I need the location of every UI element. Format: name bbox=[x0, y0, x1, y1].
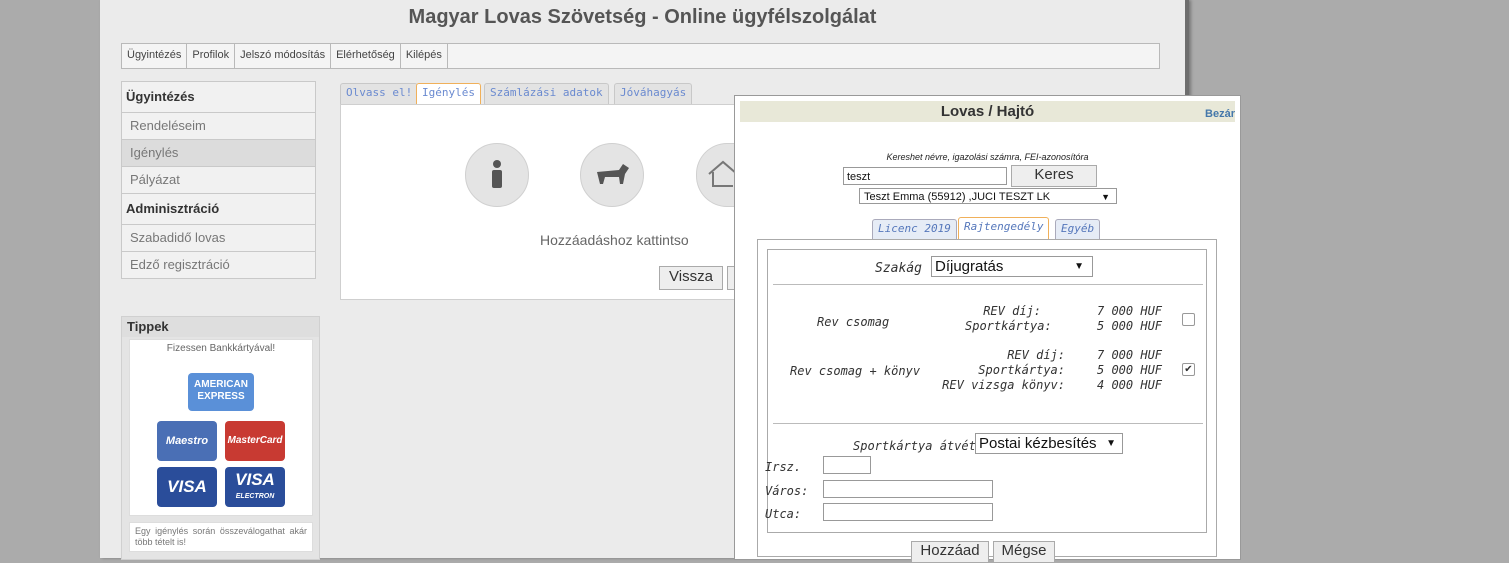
sidebar-section-adminisztracio: Adminisztráció bbox=[121, 194, 316, 225]
nav-jelszo[interactable]: Jelszó módosítás bbox=[235, 44, 332, 68]
sidebar-item-edzo[interactable]: Edző regisztráció bbox=[121, 252, 316, 279]
horse-icon bbox=[597, 164, 629, 184]
city-label: Város: bbox=[765, 484, 809, 498]
tips-title: Tippek bbox=[122, 317, 319, 337]
visa-logo: VISA bbox=[157, 467, 217, 507]
close-button[interactable]: Bezár bbox=[1205, 104, 1235, 125]
mastercard-logo: MasterCard bbox=[225, 421, 285, 461]
discipline-label: Szakág bbox=[875, 261, 922, 276]
delivery-select[interactable]: Postai kézbesítés ▼ bbox=[975, 433, 1123, 454]
page-title: Magyar Lovas Szövetség - Online ügyfélsz… bbox=[408, 6, 877, 28]
amex-logo: AMERICAN EXPRESS bbox=[188, 373, 254, 411]
result-select[interactable]: Teszt Emma (55912) ,JUCI TESZT LK ▼ bbox=[859, 188, 1117, 204]
search-hint: Kereshet névre, igazolási számra, FEI-az… bbox=[886, 152, 1089, 162]
tips-panel: Tippek Fizessen Bankkártyával! AMERICAN … bbox=[121, 316, 320, 560]
sidebar: Ügyintézés Rendeléseim Igénylés Pályázat… bbox=[121, 81, 316, 279]
result-select-value: Teszt Emma (55912) ,JUCI TESZT LK bbox=[864, 191, 1051, 203]
package-line-label: REV díj: Sportkártya: bbox=[965, 304, 1052, 333]
package-name: Rev csomag bbox=[817, 315, 890, 329]
add-button[interactable]: Hozzáad bbox=[911, 541, 989, 563]
tab-jovahagyas[interactable]: Jóváhagyás bbox=[614, 83, 693, 104]
dialog-title: Lovas / Hajtó bbox=[940, 103, 1035, 120]
stable-add-button[interactable] bbox=[696, 143, 738, 207]
dialog-header: Lovas / Hajtó Bezár bbox=[740, 101, 1235, 122]
nav-kilepes[interactable]: Kilépés bbox=[401, 44, 448, 68]
chevron-down-icon: ▼ bbox=[1074, 261, 1084, 272]
tab-licenc[interactable]: Licenc 2019 bbox=[872, 219, 957, 240]
nav-profilok[interactable]: Profilok bbox=[187, 44, 236, 68]
divider bbox=[773, 423, 1203, 424]
chevron-down-icon: ▼ bbox=[1101, 192, 1110, 202]
divider bbox=[773, 284, 1203, 285]
city-input[interactable] bbox=[823, 480, 993, 498]
sidebar-item-igenyles[interactable]: Igénylés bbox=[121, 140, 316, 167]
rider-add-button[interactable] bbox=[465, 143, 529, 207]
package-checkbox[interactable] bbox=[1182, 313, 1195, 326]
next-button-partial[interactable] bbox=[727, 266, 734, 290]
top-navigation: Ügyintézés Profilok Jelszó módosítás Elé… bbox=[121, 43, 1160, 69]
chevron-down-icon: ▼ bbox=[1106, 438, 1116, 449]
delivery-value: Postai kézbesítés bbox=[979, 435, 1097, 452]
package-name: Rev csomag + könyv bbox=[790, 364, 921, 378]
cancel-button[interactable]: Mégse bbox=[993, 541, 1055, 563]
zip-input[interactable] bbox=[823, 456, 871, 474]
zip-label: Irsz. bbox=[765, 460, 802, 474]
back-button[interactable]: Vissza bbox=[659, 266, 723, 290]
nav-elerhetoseg[interactable]: Elérhetőség bbox=[331, 44, 401, 68]
horse-add-button[interactable] bbox=[580, 143, 644, 207]
discipline-value: Díjugratás bbox=[935, 258, 1004, 275]
package-line-price: 7 000 HUF 5 000 HUF bbox=[1097, 304, 1163, 333]
package-line-label: REV díj: Sportkártya: REV vizsga könyv: bbox=[942, 348, 1065, 392]
tab-egyeb[interactable]: Egyéb bbox=[1055, 219, 1101, 240]
visa-electron-logo: VISA ELECTRON bbox=[225, 467, 285, 507]
sidebar-item-palyazat[interactable]: Pályázat bbox=[121, 167, 316, 194]
street-label: Utca: bbox=[765, 507, 802, 521]
package-checkbox-checked[interactable]: ✔ bbox=[1182, 363, 1195, 376]
sidebar-item-rendeleseim[interactable]: Rendeléseim bbox=[121, 113, 316, 140]
maestro-logo: Maestro bbox=[157, 421, 217, 461]
tab-olvass-el[interactable]: Olvass el! bbox=[340, 83, 419, 104]
rider-dialog: Lovas / Hajtó Bezár Kereshet névre, igaz… bbox=[734, 95, 1241, 563]
street-input[interactable] bbox=[823, 503, 993, 521]
package-line-price: 7 000 HUF 5 000 HUF 4 000 HUF bbox=[1097, 348, 1163, 392]
tips-note: Egy igénylés során összeválogathat akár … bbox=[129, 522, 313, 552]
sidebar-section-ugyintezes: Ügyintézés bbox=[121, 81, 316, 113]
tab-rajtengedely[interactable]: Rajtengedély bbox=[958, 217, 1050, 240]
search-input[interactable]: teszt bbox=[843, 167, 1007, 185]
tips-card-text: Fizessen Bankkártyával! bbox=[166, 343, 276, 354]
discipline-select[interactable]: Díjugratás ▼ bbox=[931, 256, 1093, 277]
search-button[interactable]: Keres bbox=[1011, 165, 1097, 187]
person-icon bbox=[492, 160, 502, 188]
delivery-label: Sportkártya átvétel bbox=[853, 439, 991, 453]
tab-szamlazasi-adatok[interactable]: Számlázási adatok bbox=[484, 83, 609, 104]
payment-card-box: Fizessen Bankkártyával! AMERICAN EXPRESS… bbox=[129, 339, 313, 516]
tab-igenyles[interactable]: Igénylés bbox=[416, 83, 481, 104]
house-icon bbox=[708, 160, 738, 187]
nav-ugyintezes[interactable]: Ügyintézés bbox=[122, 44, 188, 68]
add-hint-text: Hozzáadáshoz kattintso bbox=[540, 232, 689, 248]
sidebar-item-szabadido[interactable]: Szabadidő lovas bbox=[121, 225, 316, 252]
